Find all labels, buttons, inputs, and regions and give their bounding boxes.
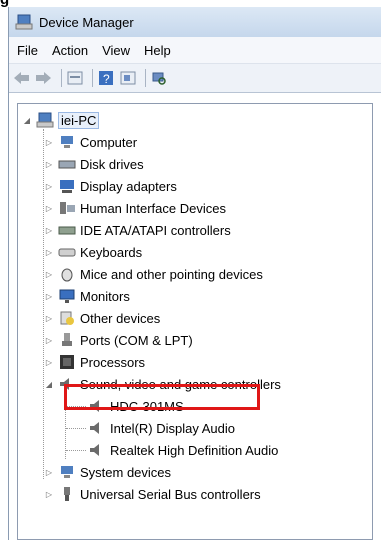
- tree-item-keyboards[interactable]: ▷ Keyboards: [44, 242, 142, 262]
- collapse-icon[interactable]: ◢: [44, 379, 54, 389]
- expand-icon[interactable]: ▷: [44, 181, 54, 191]
- unknown-device-icon: [60, 311, 74, 325]
- port-icon: [62, 333, 72, 346]
- tree-item-label: Monitors: [80, 288, 130, 304]
- tree-item-label: Intel(R) Display Audio: [110, 420, 235, 436]
- tree-item-label: Computer: [80, 134, 138, 150]
- highlight-box: [64, 384, 260, 410]
- device-manager-icon: [15, 14, 33, 30]
- tree-item-mice[interactable]: ▷ Mice and other pointing devices: [44, 264, 263, 284]
- tree-item-label: System devices: [80, 464, 172, 480]
- tree-item-system-devices[interactable]: ▷ System devices: [44, 462, 171, 482]
- tree-item-ide[interactable]: ▷ IDE ATA/ATAPI controllers: [44, 220, 231, 240]
- menu-help[interactable]: Help: [144, 43, 171, 58]
- tree-guide-line: [66, 450, 86, 451]
- expand-icon[interactable]: ▷: [44, 467, 54, 477]
- expand-icon[interactable]: ▷: [44, 225, 54, 235]
- tree-item-label: Human Interface Devices: [80, 200, 226, 216]
- device-manager-window: Device Manager File Action View Help ? ◢…: [8, 7, 381, 540]
- menu-bar: File Action View Help: [9, 37, 381, 64]
- tree-item-realtek-audio[interactable]: Realtek High Definition Audio: [88, 440, 278, 460]
- computer-icon: [61, 136, 73, 148]
- expand-icon[interactable]: ▷: [44, 247, 54, 257]
- tree-item-usb[interactable]: ▷ Universal Serial Bus controllers: [44, 484, 261, 504]
- tree-item-label: IDE ATA/ATAPI controllers: [80, 222, 231, 238]
- toolbar-separator: [145, 69, 146, 87]
- tree-item-hid[interactable]: ▷ Human Interface Devices: [44, 198, 226, 218]
- tree-item-label: Ports (COM & LPT): [80, 332, 193, 348]
- menu-action[interactable]: Action: [52, 43, 88, 58]
- tree-item-other-devices[interactable]: ▷ Other devices: [44, 308, 160, 328]
- root-label: iei-PC: [58, 111, 100, 129]
- menu-view[interactable]: View: [102, 43, 130, 58]
- speaker-icon: [90, 444, 99, 456]
- device-tree: ◢ iei-PC ▷ Computer ▷ Disk drives ▷ Disp…: [17, 103, 373, 540]
- toolbar: ?: [9, 64, 381, 93]
- tree-item-label: Display adapters: [80, 178, 177, 194]
- speaker-icon: [90, 422, 99, 434]
- back-icon[interactable]: [13, 70, 31, 86]
- window-title: Device Manager: [39, 14, 134, 30]
- tree-item-label: Realtek High Definition Audio: [110, 442, 279, 458]
- expand-icon[interactable]: ▷: [44, 159, 54, 169]
- display-adapter-icon: [60, 180, 74, 193]
- expand-icon[interactable]: ▷: [44, 269, 54, 279]
- expand-icon[interactable]: ▷: [44, 291, 54, 301]
- tree-item-disk-drives[interactable]: ▷ Disk drives: [44, 154, 144, 174]
- keyboard-icon: [58, 248, 76, 257]
- mouse-icon: [61, 268, 73, 282]
- forward-icon[interactable]: [35, 70, 53, 86]
- tree-item-ports[interactable]: ▷ Ports (COM & LPT): [44, 330, 193, 350]
- expand-icon[interactable]: ▷: [44, 137, 54, 147]
- tree-item-intel-display-audio[interactable]: Intel(R) Display Audio: [88, 418, 235, 438]
- usb-icon: [64, 487, 70, 501]
- tree-item-label: Processors: [80, 354, 146, 370]
- toolbar-separator: [61, 69, 62, 87]
- system-device-icon: [61, 466, 73, 478]
- tree-item-label: Disk drives: [80, 156, 144, 172]
- tree-item-computer[interactable]: ▷ Computer: [44, 132, 137, 152]
- ide-controller-icon: [58, 226, 76, 235]
- title-bar[interactable]: Device Manager: [9, 7, 381, 37]
- expand-icon[interactable]: ▷: [44, 335, 54, 345]
- tree-item-display-adapters[interactable]: ▷ Display adapters: [44, 176, 177, 196]
- hid-icon: [60, 202, 75, 214]
- tree-item-label: Mice and other pointing devices: [80, 266, 263, 282]
- tree-item-label: Other devices: [80, 310, 161, 326]
- disk-drive-icon: [58, 160, 76, 169]
- toolbar-separator: [92, 69, 93, 87]
- tree-item-label: Keyboards: [80, 244, 143, 260]
- computer-icon: [36, 112, 54, 128]
- menu-file[interactable]: File: [17, 43, 38, 58]
- tree-item-monitors[interactable]: ▷ Monitors: [44, 286, 130, 306]
- tree-guide-line: [66, 428, 86, 429]
- expand-icon[interactable]: ▷: [44, 203, 54, 213]
- expand-icon[interactable]: ▷: [44, 489, 54, 499]
- tree-root[interactable]: ◢ iei-PC: [22, 110, 100, 130]
- collapse-icon[interactable]: ◢: [22, 115, 32, 125]
- processor-icon: [60, 355, 74, 369]
- expand-icon[interactable]: ▷: [44, 357, 54, 367]
- help-icon[interactable]: ?: [97, 70, 115, 86]
- tree-item-label: Universal Serial Bus controllers: [80, 486, 261, 502]
- scan-hardware-icon[interactable]: [150, 70, 168, 86]
- properties-icon[interactable]: [66, 70, 84, 86]
- monitor-icon: [59, 289, 75, 303]
- view-icon[interactable]: [119, 70, 137, 86]
- expand-icon[interactable]: ▷: [44, 313, 54, 323]
- svg-text:?: ?: [103, 72, 110, 86]
- tree-item-processors[interactable]: ▷ Processors: [44, 352, 145, 372]
